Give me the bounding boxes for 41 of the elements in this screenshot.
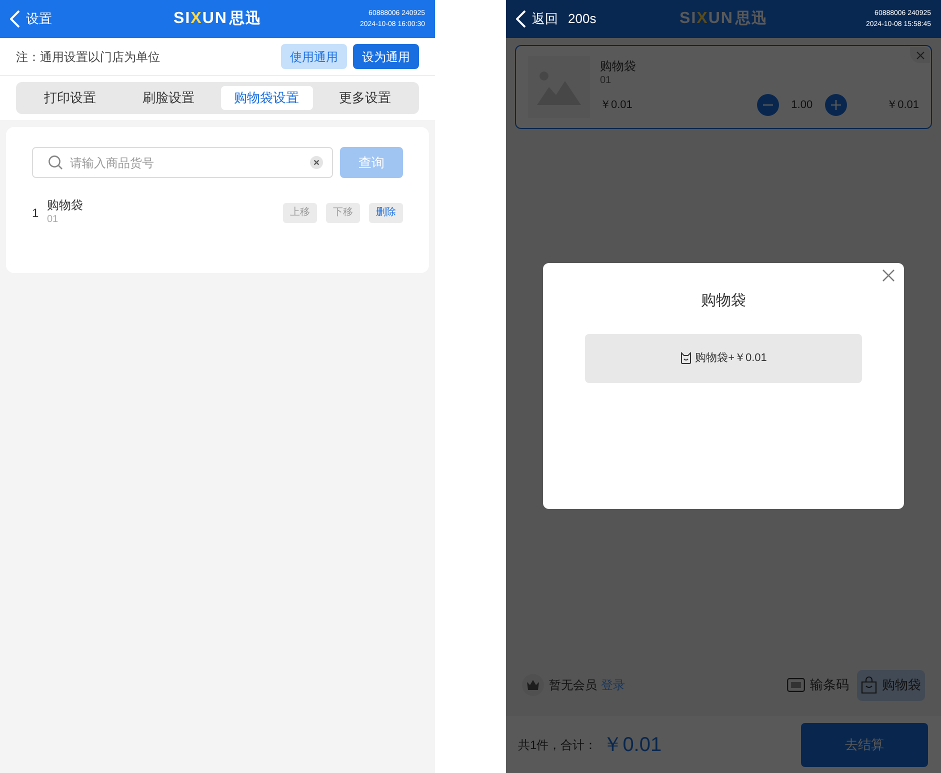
modal-title: 购物袋 — [701, 291, 746, 311]
back-link[interactable]: 返回 — [532, 9, 558, 29]
plus-icon — [830, 99, 842, 111]
bag-icon — [680, 352, 692, 364]
search-icon — [48, 155, 63, 170]
item-name: 购物袋 — [600, 58, 637, 74]
note-text: 注：通用设置以门店为单位 — [16, 48, 160, 66]
crown-icon — [522, 674, 544, 696]
back-link[interactable]: 设置 — [26, 9, 52, 29]
bag-icon — [861, 676, 877, 694]
settings-tab[interactable]: 打印设置 — [24, 86, 116, 110]
settings-tab[interactable]: 刷脸设置 — [122, 86, 214, 110]
settings-tab[interactable]: 购物袋设置 — [220, 86, 313, 110]
item-subtotal: ￥0.01 — [886, 98, 919, 113]
row-index: 1 — [32, 204, 40, 222]
total-amount: ￥0.01 — [602, 732, 662, 758]
bag-option-button[interactable]: 购物袋+￥0.01 — [585, 334, 862, 382]
item-code: 01 — [47, 213, 60, 227]
quantity-text: 1.00 — [791, 98, 813, 113]
item-name: 购物袋 — [47, 198, 83, 213]
countdown-text: 200s — [568, 10, 596, 28]
plus-button[interactable] — [824, 94, 847, 116]
close-icon[interactable] — [882, 269, 895, 282]
tool-button[interactable]: 输条码 — [783, 670, 853, 700]
clear-icon[interactable] — [310, 156, 323, 169]
barcode-icon — [787, 678, 805, 692]
action-button[interactable]: 删除 — [369, 202, 403, 222]
checkout-button[interactable]: 去结算 — [801, 722, 928, 766]
logo: SIXUN 思迅 — [174, 9, 262, 29]
tool-button[interactable]: 购物袋 — [857, 670, 925, 700]
logo: SIXUN 思迅 — [680, 9, 768, 29]
back-icon[interactable] — [516, 10, 526, 28]
search-field[interactable]: 请输入商品货号 — [32, 147, 333, 178]
use-common-button[interactable]: 使用通用 — [281, 44, 347, 69]
settings-tab[interactable]: 更多设置 — [318, 86, 411, 110]
minus-button[interactable] — [757, 94, 780, 116]
member-status-text: 暂无会员 — [549, 677, 597, 694]
summary-label: 共1件，合计： — [518, 736, 597, 754]
item-price: ￥0.01 — [600, 98, 632, 113]
set-common-button[interactable]: 设为通用 — [353, 44, 419, 69]
close-icon[interactable] — [910, 47, 930, 63]
